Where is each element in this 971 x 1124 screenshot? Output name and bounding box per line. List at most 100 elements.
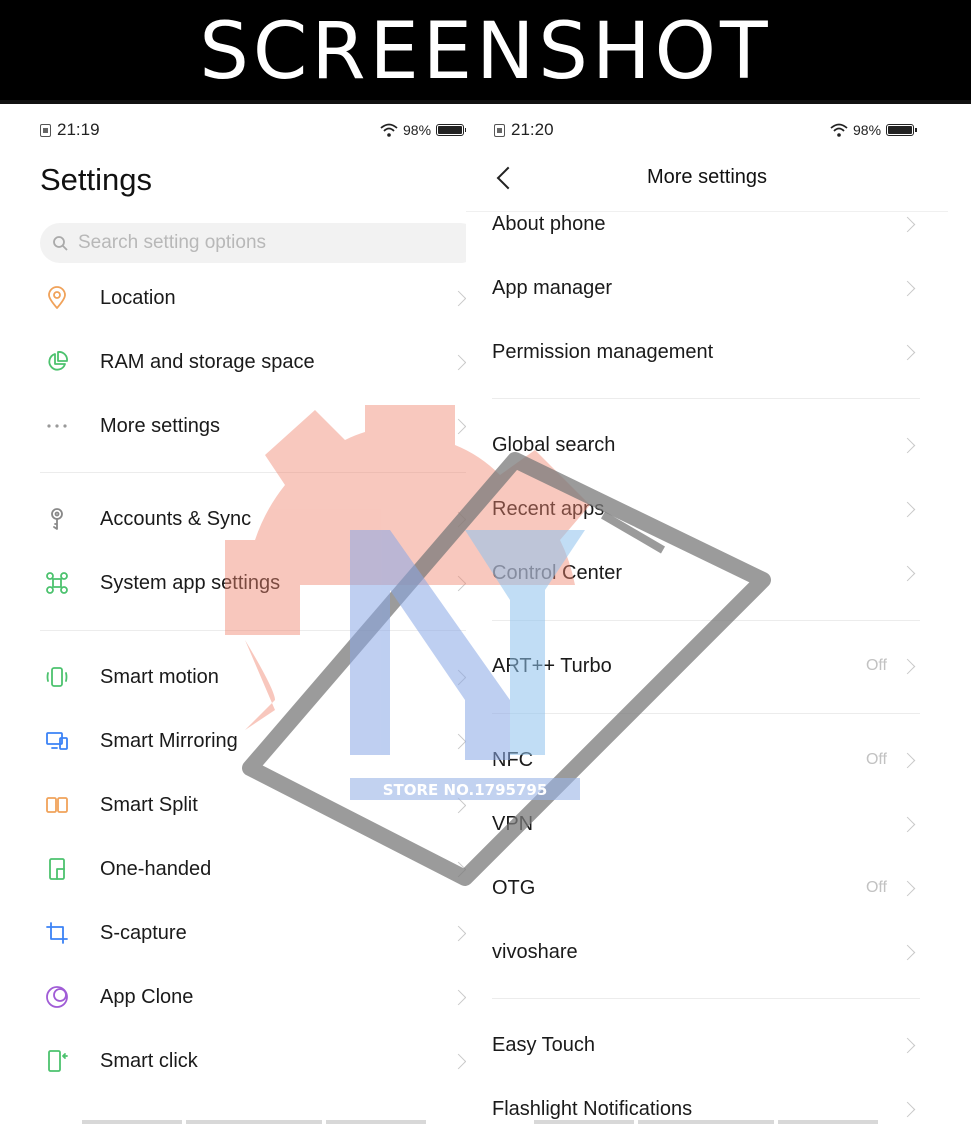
more-settings-item-permission-management[interactable]: Permission management <box>466 320 971 384</box>
settings-item-label: App Clone <box>100 985 194 1008</box>
section-divider <box>492 620 920 621</box>
crop-icon <box>40 916 74 950</box>
more-settings-item-recent-apps[interactable]: Recent apps <box>466 477 971 541</box>
chevron-right-icon <box>450 925 466 941</box>
more-settings-item-label: Permission management <box>492 340 714 363</box>
key-icon <box>40 502 74 536</box>
nav-bar-segment <box>534 1120 634 1124</box>
more-settings-item-otg[interactable]: OTG Off <box>466 856 971 920</box>
more-settings-item-easy-touch[interactable]: Easy Touch <box>466 1013 971 1077</box>
battery-icon <box>436 124 466 136</box>
chevron-right-icon <box>450 733 466 749</box>
more-settings-item-art-turbo[interactable]: ART++ Turbo Off <box>466 634 971 698</box>
more-settings-item-control-center[interactable]: Control Center <box>466 541 971 605</box>
settings-item-s-capture[interactable]: S-capture <box>0 901 466 965</box>
settings-item-label: Accounts & Sync <box>100 507 252 530</box>
nav-bar-segment <box>82 1120 182 1124</box>
more-settings-item-vpn[interactable]: VPN <box>466 792 971 856</box>
settings-item-one-handed[interactable]: One-handed <box>0 837 466 901</box>
more-settings-item-label: Recent apps <box>492 497 605 520</box>
smart-click-icon <box>40 1044 74 1078</box>
chevron-right-icon <box>899 658 916 674</box>
more-settings-item-vivoshare[interactable]: vivoshare <box>466 920 971 984</box>
settings-item-accounts-sync[interactable]: Accounts & Sync <box>0 487 466 551</box>
battery-icon <box>886 124 918 136</box>
chevron-right-icon <box>899 344 916 360</box>
search-icon <box>53 236 68 251</box>
chevron-right-icon <box>450 354 466 370</box>
settings-item-label: Smart Mirroring <box>100 729 238 752</box>
status-bar-left: 21:20 <box>494 118 554 142</box>
status-time: 21:20 <box>511 120 554 139</box>
app-clone-icon <box>40 980 74 1014</box>
wifi-icon <box>380 123 398 137</box>
settings-item-system-app-settings[interactable]: System app settings <box>0 551 466 615</box>
chevron-right-icon <box>899 1101 916 1117</box>
split-screen-icon <box>40 788 74 822</box>
settings-item-label: One-handed <box>100 857 212 880</box>
more-settings-item-label: vivoshare <box>492 940 578 963</box>
location-pin-icon <box>40 281 74 315</box>
section-divider <box>40 472 466 473</box>
battery-percent: 98% <box>853 122 882 138</box>
sim-icon <box>40 123 51 137</box>
more-settings-item-about-phone[interactable]: About phone <box>466 192 971 256</box>
settings-item-location[interactable]: Location <box>0 266 466 330</box>
status-time: 21:19 <box>57 120 100 139</box>
nav-bar-segment <box>186 1120 322 1124</box>
more-settings-item-label: Easy Touch <box>492 1033 596 1056</box>
banner-title: SCREENSHOT <box>199 7 772 97</box>
chevron-right-icon <box>450 797 466 813</box>
more-settings-item-app-manager[interactable]: App manager <box>466 256 971 320</box>
more-settings-item-label: About phone <box>492 212 606 235</box>
settings-item-app-clone[interactable]: App Clone <box>0 965 466 1029</box>
more-settings-item-flashlight-notifications[interactable]: Flashlight Notifications <box>466 1077 971 1124</box>
more-settings-item-nfc[interactable]: NFC Off <box>466 728 971 792</box>
status-bar-right: 98% <box>830 118 918 142</box>
more-settings-item-label: VPN <box>492 812 534 835</box>
command-icon <box>40 566 74 600</box>
more-settings-item-label: Control Center <box>492 561 623 584</box>
chevron-right-icon <box>450 989 466 1005</box>
chevron-right-icon <box>899 1037 916 1053</box>
more-settings-item-global-search[interactable]: Global search <box>466 413 971 477</box>
more-settings-item-label: Global search <box>492 433 616 456</box>
item-status-value: Off <box>865 751 887 768</box>
sim-icon <box>494 123 505 137</box>
section-divider <box>40 630 466 631</box>
status-bar-right: 98% <box>380 118 466 142</box>
nav-bar-segment <box>326 1120 426 1124</box>
settings-item-label: RAM and storage space <box>100 350 315 373</box>
settings-item-more-settings[interactable]: More settings <box>0 394 466 458</box>
settings-item-smart-click[interactable]: Smart click <box>0 1029 466 1093</box>
pie-chart-icon <box>40 345 74 379</box>
chevron-right-icon <box>899 816 916 832</box>
nav-bar-segment <box>778 1120 878 1124</box>
chevron-right-icon <box>899 216 916 232</box>
settings-item-smart-mirroring[interactable]: Smart Mirroring <box>0 709 466 773</box>
phone-motion-icon <box>40 660 74 694</box>
screenshot-banner: SCREENSHOT <box>0 0 971 100</box>
more-settings-item-label: App manager <box>492 276 613 299</box>
settings-item-label: Smart Split <box>100 793 198 816</box>
wifi-icon <box>830 123 848 137</box>
chevron-right-icon <box>899 944 916 960</box>
chevron-right-icon <box>450 669 466 685</box>
battery-percent: 98% <box>403 122 432 138</box>
settings-item-smart-motion[interactable]: Smart motion <box>0 645 466 709</box>
chevron-right-icon <box>899 437 916 453</box>
chevron-right-icon <box>450 1053 466 1069</box>
item-status-value: Off <box>865 879 887 896</box>
settings-item-label: Location <box>100 286 176 309</box>
settings-screen: 21:19 98% Settings Search setting option… <box>0 104 466 1124</box>
search-input[interactable]: Search setting options <box>40 223 466 263</box>
chevron-right-icon <box>899 280 916 296</box>
settings-item-label: Smart click <box>100 1049 198 1072</box>
settings-item-label: S-capture <box>100 921 187 944</box>
section-divider <box>492 998 920 999</box>
settings-item-smart-split[interactable]: Smart Split <box>0 773 466 837</box>
settings-item-ram-and-storage-space[interactable]: RAM and storage space <box>0 330 466 394</box>
chevron-right-icon <box>450 861 466 877</box>
chevron-right-icon <box>899 880 916 896</box>
more-settings-item-label: ART++ Turbo <box>492 654 612 677</box>
